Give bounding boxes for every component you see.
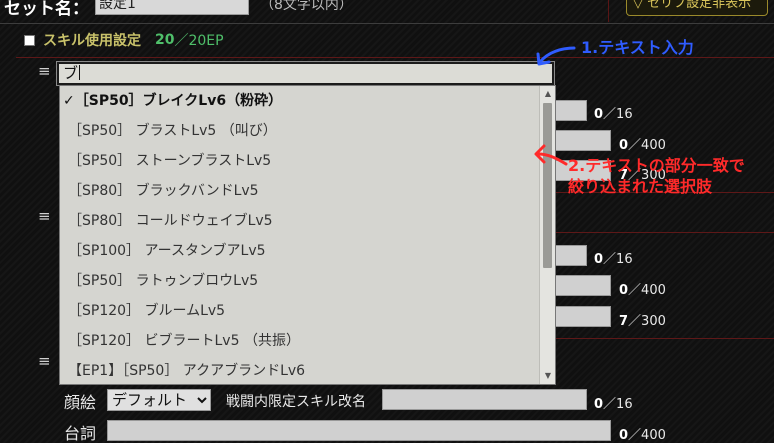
annotation-arrow-blue-icon	[536, 46, 576, 66]
dropdown-option[interactable]: ［SP120］ ブルームLv5	[60, 296, 540, 326]
set-name-input[interactable]: 設定1	[95, 0, 249, 15]
face-label: 顔絵	[64, 393, 97, 412]
drag-handle-icon[interactable]: ≡	[38, 352, 51, 370]
serif-field[interactable]	[555, 275, 611, 296]
section-rule	[555, 338, 774, 339]
scroll-down-icon[interactable]: ▼	[540, 368, 555, 384]
serif-counter-bottom: 0／400	[619, 428, 666, 443]
serif-counter: 0／400	[619, 283, 666, 298]
limited-name-counter: 0／16	[594, 397, 633, 412]
skill-dropdown-list[interactable]: ✓［SP50］ブレイクLv6（粉砕） ［SP50］ ブラストLv5 （叫び） ［…	[59, 85, 556, 385]
header-divider	[608, 0, 609, 22]
annotation-step1: 1.テキスト入力	[581, 38, 694, 57]
skill-search-input[interactable]: ブ	[56, 61, 555, 86]
drag-handle-icon[interactable]: ≡	[38, 207, 51, 225]
skill-name-field[interactable]	[555, 100, 587, 121]
dropdown-option[interactable]: ［SP80］ コールドウェイブLv5	[60, 206, 540, 236]
dropdown-option[interactable]: ［SP50］ ブラストLv5 （叫び）	[60, 116, 540, 146]
dropdown-option[interactable]: ［SP80］ ブラックバンドLv5	[60, 176, 540, 206]
skill-setting-row: スキル使用設定 20 ／20EP	[24, 31, 224, 49]
serifu-toggle-button[interactable]: ▽ セリフ設定非表示	[626, 0, 768, 16]
serif-counter: 0／400	[619, 138, 666, 153]
annotation-step2: 2.テキストの部分一致で 絞り込まれた選択肢	[568, 155, 745, 197]
drag-handle-icon[interactable]: ≡	[38, 62, 51, 80]
ep-max: ／20EP	[174, 33, 224, 49]
search-text: ブ	[63, 64, 79, 82]
serif-label: 台詞	[64, 424, 97, 443]
dropdown-option[interactable]: ［SP120］ ビブラートLv5 （共振）	[60, 326, 540, 356]
text-caret	[79, 65, 81, 80]
dropdown-option[interactable]: 【EP1】［SP50］ アクアブランドLv6	[60, 356, 540, 384]
annotation-step2-line2: 絞り込まれた選択肢	[568, 177, 713, 196]
header-rule	[0, 23, 774, 24]
dropdown-option[interactable]: ［SP100］ アースタンブアLv5	[60, 236, 540, 266]
dropdown-option[interactable]: ✓［SP50］ブレイクLv6（粉砕）	[60, 86, 540, 116]
annotation-arrow-red-icon	[534, 144, 568, 166]
set-name-hint: （8文字以内）	[260, 0, 353, 13]
scrollbar-thumb[interactable]	[543, 103, 552, 268]
limited-name-label: 戦闘内限定スキル改名	[226, 394, 366, 410]
extra-counter: 7／300	[619, 314, 666, 329]
dropdown-option[interactable]: ［SP50］ ラトゥンブロウLv5	[60, 266, 540, 296]
skill-name-counter: 0／16	[594, 107, 633, 122]
annotation-step2-line1: 2.テキストの部分一致で	[568, 156, 745, 175]
skill-setting-label: スキル使用設定	[43, 33, 141, 49]
dropdown-scrollbar[interactable]: ▲ ▼	[539, 86, 555, 384]
ep-used-count: 20	[155, 32, 175, 48]
scroll-up-icon[interactable]: ▲	[540, 86, 555, 102]
skill-name-field[interactable]	[555, 245, 587, 266]
extra-field[interactable]	[555, 306, 611, 327]
section-rule	[555, 232, 774, 233]
dropdown-option[interactable]: ［SP50］ ストーンブラストLv5	[60, 146, 540, 176]
skill-name-counter: 0／16	[594, 252, 633, 267]
face-select[interactable]: デフォルト	[107, 389, 211, 411]
serif-input[interactable]	[107, 420, 611, 441]
limited-name-input[interactable]	[382, 389, 587, 410]
skill-setting-checkbox[interactable]	[24, 34, 35, 46]
set-name-label: セット名：	[4, 0, 89, 19]
